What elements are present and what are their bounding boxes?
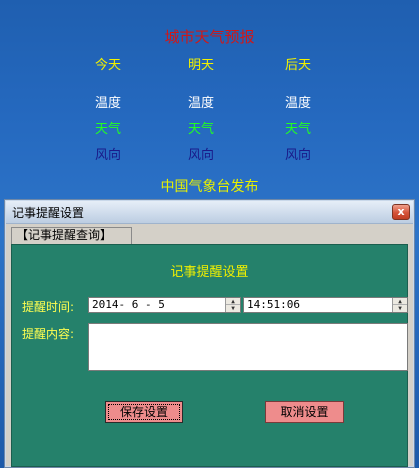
time-value: 14:51:06 [247,298,300,311]
temperature-label-tomorrow: 温度 [187,96,214,111]
temperature-label-today: 温度 [94,96,121,111]
date-value: 2014- 6 - 5 [92,298,165,311]
spin-up-icon[interactable]: ▲ [226,298,240,305]
date-spinner[interactable]: ▲ ▼ [225,298,240,312]
weather-column-today: 今天 温度 天气 风向 [73,58,143,168]
wind-label-today: 风向 [94,148,121,163]
day-label-today: 今天 [94,58,121,73]
dialog-titlebar[interactable]: 记事提醒设置 x [6,201,413,224]
weather-column-day-after: 后天 温度 天气 风向 [263,58,333,168]
time-picker[interactable]: 14:51:06 ▲ ▼ [243,297,408,313]
save-button[interactable]: 保存设置 [105,401,183,423]
weather-title: 城市天气预报 [164,28,255,46]
weather-label-today: 天气 [94,122,121,137]
panel-title: 记事提醒设置 [170,265,249,280]
weather-label-tomorrow: 天气 [187,122,214,137]
weather-label-day-after: 天气 [284,122,311,137]
spin-up-icon[interactable]: ▲ [393,298,407,305]
spin-down-icon[interactable]: ▼ [393,305,407,312]
desktop-background: 城市天气预报 今天 温度 天气 风向 明天 温度 天气 风向 后天 温度 天气 … [0,0,419,468]
dialog-title: 记事提醒设置 [12,206,85,220]
day-label-tomorrow: 明天 [187,58,214,73]
time-spinner[interactable]: ▲ ▼ [392,298,407,312]
close-button[interactable]: x [392,204,410,220]
weather-column-tomorrow: 明天 温度 天气 风向 [166,58,236,168]
weather-source: 中国气象台发布 [160,179,259,195]
day-label-day-after: 后天 [284,58,311,73]
cancel-button[interactable]: 取消设置 [265,401,344,423]
remind-time-label: 提醒时间: [22,300,75,314]
spin-down-icon[interactable]: ▼ [226,305,240,312]
wind-label-tomorrow: 风向 [187,148,214,163]
remind-content-input[interactable] [88,323,408,371]
wind-label-day-after: 风向 [284,148,311,163]
reminder-panel: 记事提醒设置 提醒时间: 2014- 6 - 5 ▲ ▼ 14:51:06 ▲ … [11,244,408,467]
date-picker[interactable]: 2014- 6 - 5 ▲ ▼ [88,297,241,313]
temperature-label-day-after: 温度 [284,96,311,111]
close-icon: x [397,205,405,218]
reminder-dialog: 记事提醒设置 x 【记事提醒查询】 记事提醒设置 提醒时间: 2014- 6 -… [4,199,415,468]
reminder-query-tab[interactable]: 【记事提醒查询】 [11,227,132,244]
remind-content-label: 提醒内容: [22,327,75,341]
